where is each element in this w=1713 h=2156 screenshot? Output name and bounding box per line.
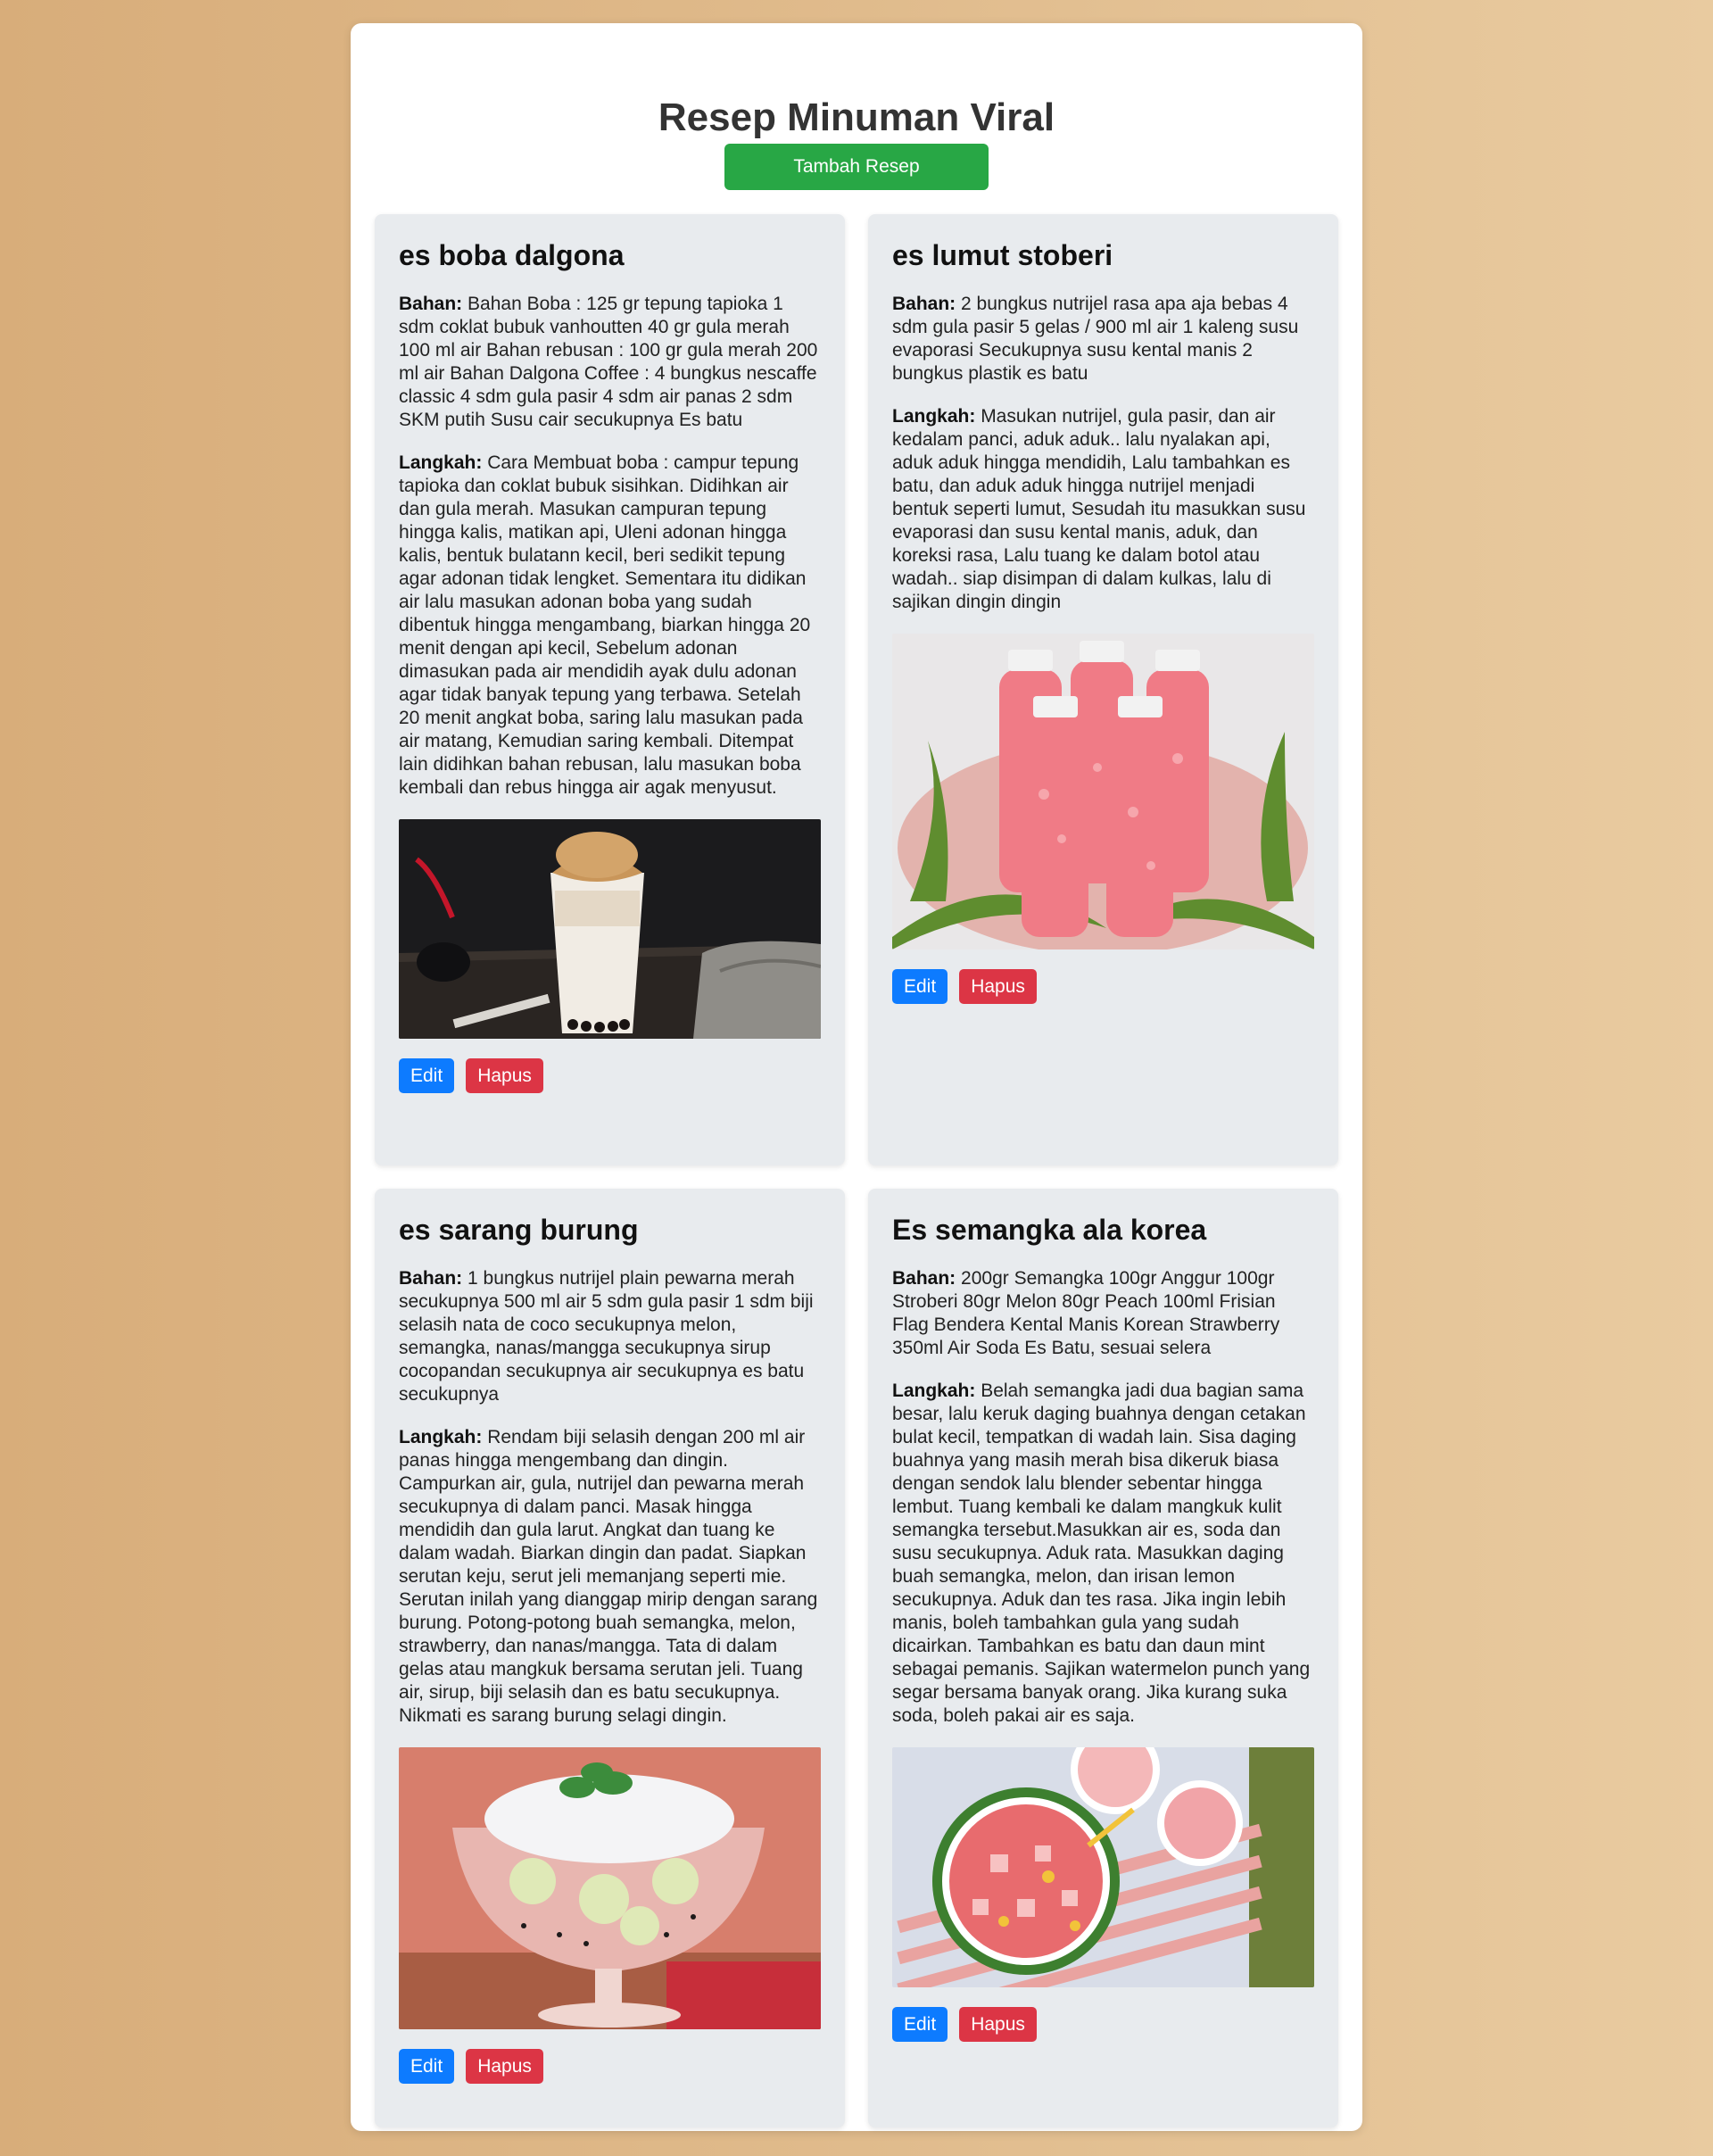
recipe-card-es-semangka-ala-korea: Es semangka ala korea Bahan: 200gr Seman… (868, 1189, 1338, 2127)
steps-text: Belah semangka jadi dua bagian sama besa… (892, 1381, 1311, 1726)
add-recipe-button[interactable]: Tambah Resep (724, 144, 989, 190)
steps-label: Langkah: (892, 1381, 976, 1401)
steps-text: Cara Membuat boba : campur tepung tapiok… (399, 452, 811, 798)
steps-label: Langkah: (399, 1427, 483, 1447)
recipe-card-es-boba-dalgona: es boba dalgona Bahan: Bahan Boba : 125 … (375, 214, 845, 1165)
recipe-steps: Langkah: Rendam biji selasih dengan 200 … (399, 1426, 821, 1728)
recipe-ingredients: Bahan: 200gr Semangka 100gr Anggur 100gr… (892, 1267, 1314, 1360)
ingredients-label: Bahan: (892, 1268, 956, 1289)
recipe-ingredients: Bahan: 1 bungkus nutrijel plain pewarna … (399, 1267, 821, 1406)
page-title: Resep Minuman Viral (658, 95, 1055, 139)
recipe-ingredients: Bahan: 2 bungkus nutrijel rasa apa aja b… (892, 293, 1314, 386)
strawberry-bottles-photo (892, 634, 1314, 949)
recipe-ingredients: Bahan: Bahan Boba : 125 gr tepung tapiok… (399, 293, 821, 432)
edit-button[interactable]: Edit (399, 1058, 455, 1093)
delete-button[interactable]: Hapus (466, 1058, 543, 1093)
steps-text: Masukan nutrijel, gula pasir, dan air ke… (892, 406, 1306, 612)
edit-button[interactable]: Edit (892, 969, 948, 1004)
recipe-steps: Langkah: Masukan nutrijel, gula pasir, d… (892, 405, 1314, 614)
bird-nest-dessert-photo (399, 1747, 821, 2029)
dalgona-boba-photo (399, 819, 821, 1039)
recipe-title: es lumut stoberi (892, 239, 1113, 271)
card-actions: Edit Hapus (892, 2007, 1314, 2042)
ingredients-label: Bahan: (399, 1268, 463, 1289)
edit-button[interactable]: Edit (892, 2007, 948, 2042)
card-actions: Edit Hapus (399, 1058, 821, 1093)
steps-label: Langkah: (892, 406, 976, 427)
recipe-title: Es semangka ala korea (892, 1214, 1207, 1246)
delete-button[interactable]: Hapus (466, 2049, 543, 2084)
steps-text: Rendam biji selasih dengan 200 ml air pa… (399, 1427, 818, 1726)
main-container: Resep Minuman Viral Tambah Resep es boba… (351, 23, 1362, 2131)
delete-button[interactable]: Hapus (959, 2007, 1037, 2042)
ingredients-label: Bahan: (892, 294, 956, 314)
ingredients-text: Bahan Boba : 125 gr tepung tapioka 1 sdm… (399, 294, 818, 430)
card-actions: Edit Hapus (892, 969, 1314, 1004)
card-actions: Edit Hapus (399, 2049, 821, 2084)
steps-label: Langkah: (399, 452, 483, 473)
delete-button[interactable]: Hapus (959, 969, 1037, 1004)
recipe-steps: Langkah: Cara Membuat boba : campur tepu… (399, 452, 821, 800)
recipe-title: es sarang burung (399, 1214, 639, 1246)
recipe-steps: Langkah: Belah semangka jadi dua bagian … (892, 1380, 1314, 1728)
edit-button[interactable]: Edit (399, 2049, 455, 2084)
recipe-card-es-lumut-stoberi: es lumut stoberi Bahan: 2 bungkus nutrij… (868, 214, 1338, 1165)
ingredients-label: Bahan: (399, 294, 463, 314)
recipe-title: es boba dalgona (399, 239, 625, 271)
recipe-card-es-sarang-burung: es sarang burung Bahan: 1 bungkus nutrij… (375, 1189, 845, 2127)
watermelon-punch-photo (892, 1747, 1314, 1987)
